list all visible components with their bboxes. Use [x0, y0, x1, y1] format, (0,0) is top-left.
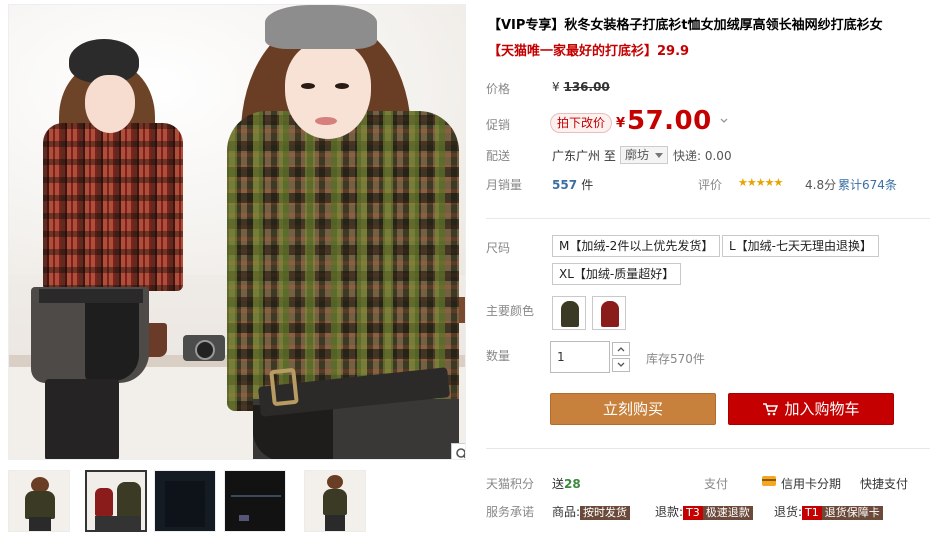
model-back-belt	[39, 289, 143, 303]
monthly-sales-unit: 件	[581, 178, 594, 192]
zoom-icon	[456, 448, 465, 459]
color-label: 主要颜色	[486, 304, 535, 318]
rating-stars: ★★★★★	[738, 176, 783, 189]
service-label: 服务承诺	[486, 505, 535, 519]
arrow-up-icon	[617, 347, 625, 352]
buy-now-button[interactable]: 立刻购买	[550, 393, 716, 425]
model-back-skirt-pocket	[85, 303, 139, 381]
service-goods: 商品: 按时发货	[552, 503, 631, 520]
promo-badge: 拍下改价	[550, 113, 613, 133]
service-return: 退货: T1 退货保障卡	[774, 503, 883, 520]
model-front-lips	[315, 117, 337, 125]
color-swatch-green-plaid[interactable]	[552, 296, 586, 330]
stock-count: 库存570件	[646, 352, 705, 366]
thumbnail-1[interactable]	[8, 470, 70, 532]
points-value: 送28	[552, 475, 581, 492]
service-refund: 退款: T3 极速退款	[655, 503, 753, 520]
credit-installment[interactable]: 信用卡分期	[781, 475, 841, 492]
color-swatch-red-plaid[interactable]	[592, 296, 626, 330]
service-refund-tag[interactable]: 极速退款	[702, 506, 753, 520]
shipping-destination-select[interactable]: 廓坊	[620, 146, 669, 164]
service-goods-prefix: 商品:	[552, 505, 581, 519]
original-price: ¥ 136.00	[552, 80, 610, 94]
divider-bottom	[486, 448, 930, 449]
size-option-m[interactable]: M【加绒-2件以上优先发货】	[552, 235, 721, 257]
divider-top	[486, 218, 930, 219]
credit-card-icon	[762, 476, 776, 486]
cart-icon	[763, 403, 779, 416]
shipping-destination: 廓坊	[625, 148, 650, 162]
model-back-legs	[45, 379, 119, 459]
add-to-cart-button[interactable]: 加入购物车	[728, 393, 894, 425]
monthly-sales-value: 557	[552, 178, 578, 192]
thumbnail-3[interactable]	[154, 470, 216, 532]
prop-camera	[183, 335, 225, 361]
model-back-face	[85, 75, 135, 133]
chevron-down-icon[interactable]	[719, 116, 729, 126]
service-refund-code: T3	[683, 506, 703, 520]
quantity-input[interactable]: 1	[550, 341, 610, 373]
quantity-decrease-button[interactable]	[612, 358, 630, 372]
model-back-plaid-top	[43, 123, 183, 291]
main-product-photo[interactable]	[8, 4, 466, 460]
monthly-sales-label: 月销量	[486, 178, 523, 192]
size-label: 尺码	[486, 241, 511, 255]
shipping-from: 广东广州 至	[552, 147, 616, 164]
review-label: 评价	[698, 178, 723, 192]
shipping-origin: 广东广州	[552, 149, 601, 163]
thumbnail-2[interactable]	[85, 470, 147, 532]
quantity-increase-button[interactable]	[612, 342, 630, 356]
product-title: 【VIP专享】秋冬女装格子打底衫t恤女加绒厚高领长袖网纱打底衫女	[488, 18, 883, 33]
points-prefix: 送	[552, 477, 565, 491]
model-front-eye-right	[335, 83, 349, 89]
points-number: 28	[564, 477, 581, 491]
service-refund-prefix: 退款:	[655, 505, 684, 519]
thumbnail-5[interactable]	[304, 470, 366, 532]
monthly-sales: 557 件	[552, 176, 593, 193]
shipping-fee: 快递: 0.00	[673, 149, 732, 163]
size-option-xl[interactable]: XL【加绒-质量超好】	[552, 263, 682, 285]
add-to-cart-label: 加入购物车	[784, 400, 860, 418]
model-front-plaid-top	[227, 111, 459, 411]
model-front-knit-hat	[265, 5, 377, 49]
shipping-to-word: 至	[603, 149, 616, 163]
service-return-prefix: 退货:	[774, 505, 803, 519]
zoom-button[interactable]	[451, 443, 465, 459]
thumbnail-strip	[8, 470, 366, 534]
quantity-label: 数量	[486, 349, 511, 363]
original-price-value: 136.00	[563, 80, 610, 94]
quick-pay[interactable]: 快捷支付	[860, 475, 908, 492]
promo-price: 57.00	[627, 106, 712, 136]
size-option-l[interactable]: L【加绒-七天无理由退换】	[722, 235, 880, 257]
payment-label: 支付	[704, 477, 729, 491]
original-price-currency: ¥	[552, 80, 560, 94]
service-return-code: T1	[802, 506, 822, 520]
price-label: 价格	[486, 82, 511, 96]
shipping-label: 配送	[486, 149, 511, 163]
product-subtitle: 【天猫唯一家最好的打底衫】29.9	[488, 44, 690, 59]
arrow-down-icon	[617, 362, 625, 367]
service-return-tag[interactable]: 退货保障卡	[821, 506, 883, 520]
review-count-link[interactable]: 累计674条	[838, 176, 897, 193]
model-front-eye-left	[301, 83, 315, 89]
promo-label: 促销	[486, 118, 511, 132]
points-label: 天猫积分	[486, 477, 535, 491]
dropdown-arrow-icon	[655, 153, 664, 158]
promo-price-currency: ¥	[616, 116, 626, 131]
model-front-buckle	[269, 367, 299, 407]
service-goods-tag[interactable]: 按时发货	[580, 506, 631, 520]
thumbnail-4[interactable]	[224, 470, 286, 532]
rating-score: 4.8分	[805, 178, 837, 192]
